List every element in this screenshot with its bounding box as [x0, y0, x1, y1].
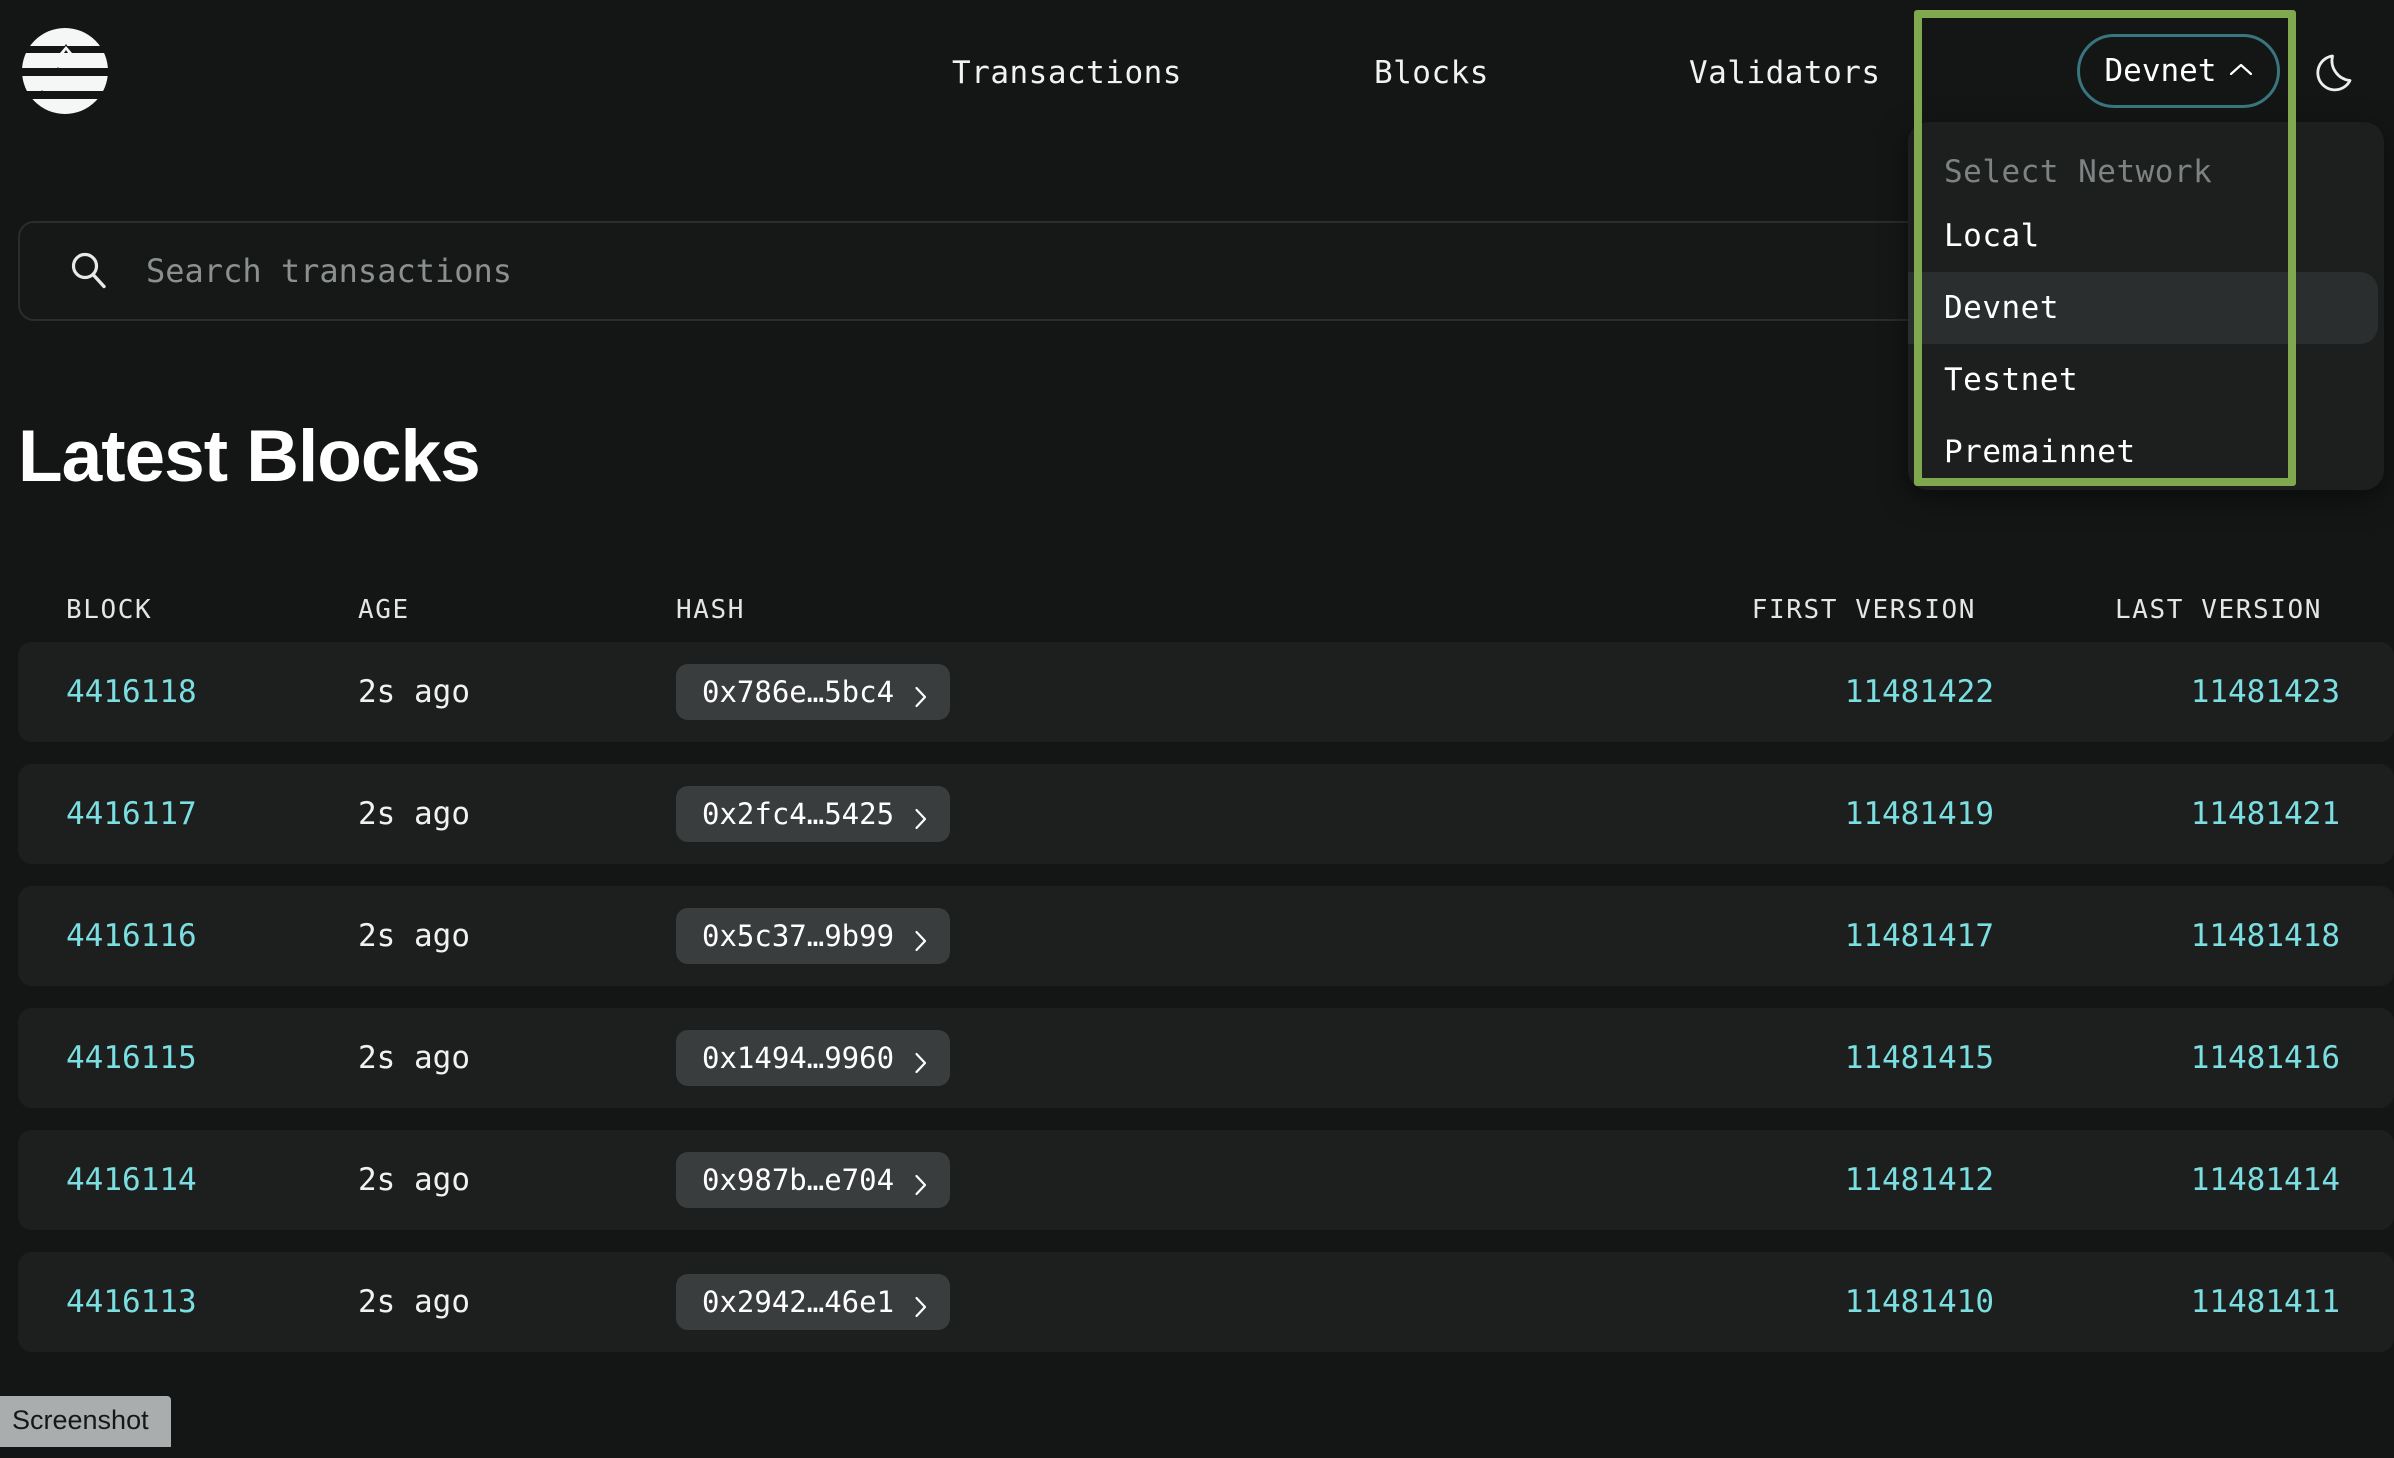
hash-value: 0x786e…5bc4	[702, 675, 894, 709]
table-row[interactable]: 4416118 2s ago 0x786e…5bc4 11481422 11481423	[18, 642, 2394, 742]
hash-pill[interactable]: 0x5c37…9b99	[676, 908, 950, 964]
search-icon	[68, 250, 110, 292]
table-row[interactable]: 4416115 2s ago 0x1494…9960 11481415 11481416	[18, 1008, 2394, 1108]
age-value: 2s ago	[358, 1162, 470, 1198]
chevron-right-icon	[914, 1169, 928, 1191]
network-selector-label: Devnet	[2105, 53, 2217, 89]
last-version-link[interactable]: 11481421	[2191, 796, 2340, 832]
last-version-link[interactable]: 11481416	[2191, 1040, 2340, 1076]
moon-icon[interactable]	[2310, 44, 2366, 100]
network-selector-button[interactable]: Devnet	[2077, 34, 2280, 108]
column-header-hash: HASH	[676, 595, 1576, 625]
column-header-age: AGE	[358, 595, 676, 625]
hash-pill[interactable]: 0x987b…e704	[676, 1152, 950, 1208]
column-header-block: BLOCK	[18, 595, 358, 625]
table-row[interactable]: 4416113 2s ago 0x2942…46e1 11481410 11481411	[18, 1252, 2394, 1352]
hash-pill[interactable]: 0x786e…5bc4	[676, 664, 950, 720]
block-link[interactable]: 4416117	[66, 796, 197, 832]
hash-value: 0x1494…9960	[702, 1041, 894, 1075]
last-version-link[interactable]: 11481418	[2191, 918, 2340, 954]
block-link[interactable]: 4416118	[66, 674, 197, 710]
dropdown-item-local[interactable]: Local	[1908, 200, 2384, 272]
chevron-up-icon	[2230, 63, 2252, 75]
dropdown-item-testnet[interactable]: Testnet	[1908, 344, 2384, 416]
table-row[interactable]: 4416116 2s ago 0x5c37…9b99 11481417 11481418	[18, 886, 2394, 986]
dropdown-item-premainnet[interactable]: Premainnet	[1908, 416, 2384, 488]
dropdown-heading: Select Network	[1908, 144, 2384, 200]
first-version-link[interactable]: 11481410	[1845, 1284, 1994, 1320]
chevron-right-icon	[914, 1291, 928, 1313]
age-value: 2s ago	[358, 1040, 470, 1076]
table-body: 4416118 2s ago 0x786e…5bc4 11481422 11481423…	[0, 642, 2394, 1352]
chevron-right-icon	[914, 925, 928, 947]
block-link[interactable]: 4416116	[66, 918, 197, 954]
nav-link-blocks[interactable]: Blocks	[1374, 55, 1489, 91]
age-value: 2s ago	[358, 796, 470, 832]
column-header-first-version: FIRST VERSION	[1576, 595, 1976, 625]
last-version-link[interactable]: 11481411	[2191, 1284, 2340, 1320]
hash-value: 0x5c37…9b99	[702, 919, 894, 953]
hash-pill[interactable]: 0x2942…46e1	[676, 1274, 950, 1330]
latest-blocks-table: BLOCK AGE HASH FIRST VERSION LAST VERSIO…	[0, 578, 2394, 1374]
nav-link-validators[interactable]: Validators	[1689, 55, 1881, 91]
hash-value: 0x987b…e704	[702, 1163, 894, 1197]
column-header-last-version: LAST VERSION	[1976, 595, 2376, 625]
aptos-logo[interactable]	[22, 28, 108, 114]
screenshot-badge: Screenshot	[0, 1396, 171, 1447]
last-version-link[interactable]: 11481423	[2191, 674, 2340, 710]
first-version-link[interactable]: 11481412	[1845, 1162, 1994, 1198]
table-row[interactable]: 4416117 2s ago 0x2fc4…5425 11481419 11481421	[18, 764, 2394, 864]
block-link[interactable]: 4416113	[66, 1284, 197, 1320]
hash-value: 0x2942…46e1	[702, 1285, 894, 1319]
chevron-right-icon	[914, 1047, 928, 1069]
first-version-link[interactable]: 11481417	[1845, 918, 1994, 954]
hash-pill[interactable]: 0x2fc4…5425	[676, 786, 950, 842]
age-value: 2s ago	[358, 1284, 470, 1320]
hash-pill[interactable]: 0x1494…9960	[676, 1030, 950, 1086]
block-link[interactable]: 4416114	[66, 1162, 197, 1198]
hash-value: 0x2fc4…5425	[702, 797, 894, 831]
age-value: 2s ago	[358, 674, 470, 710]
first-version-link[interactable]: 11481415	[1845, 1040, 1994, 1076]
last-version-link[interactable]: 11481414	[2191, 1162, 2340, 1198]
page-title: Latest Blocks	[18, 415, 480, 498]
chevron-right-icon	[914, 681, 928, 703]
chevron-right-icon	[914, 803, 928, 825]
main-nav: Transactions Blocks Validators	[952, 0, 1881, 146]
network-dropdown-panel: Select Network Local Devnet Testnet Prem…	[1908, 122, 2384, 490]
first-version-link[interactable]: 11481422	[1845, 674, 1994, 710]
first-version-link[interactable]: 11481419	[1845, 796, 1994, 832]
table-row[interactable]: 4416114 2s ago 0x987b…e704 11481412 11481414	[18, 1130, 2394, 1230]
age-value: 2s ago	[358, 918, 470, 954]
nav-link-transactions[interactable]: Transactions	[952, 55, 1182, 91]
block-link[interactable]: 4416115	[66, 1040, 197, 1076]
table-header-row: BLOCK AGE HASH FIRST VERSION LAST VERSIO…	[0, 578, 2394, 642]
dropdown-item-devnet[interactable]: Devnet	[1908, 272, 2378, 344]
